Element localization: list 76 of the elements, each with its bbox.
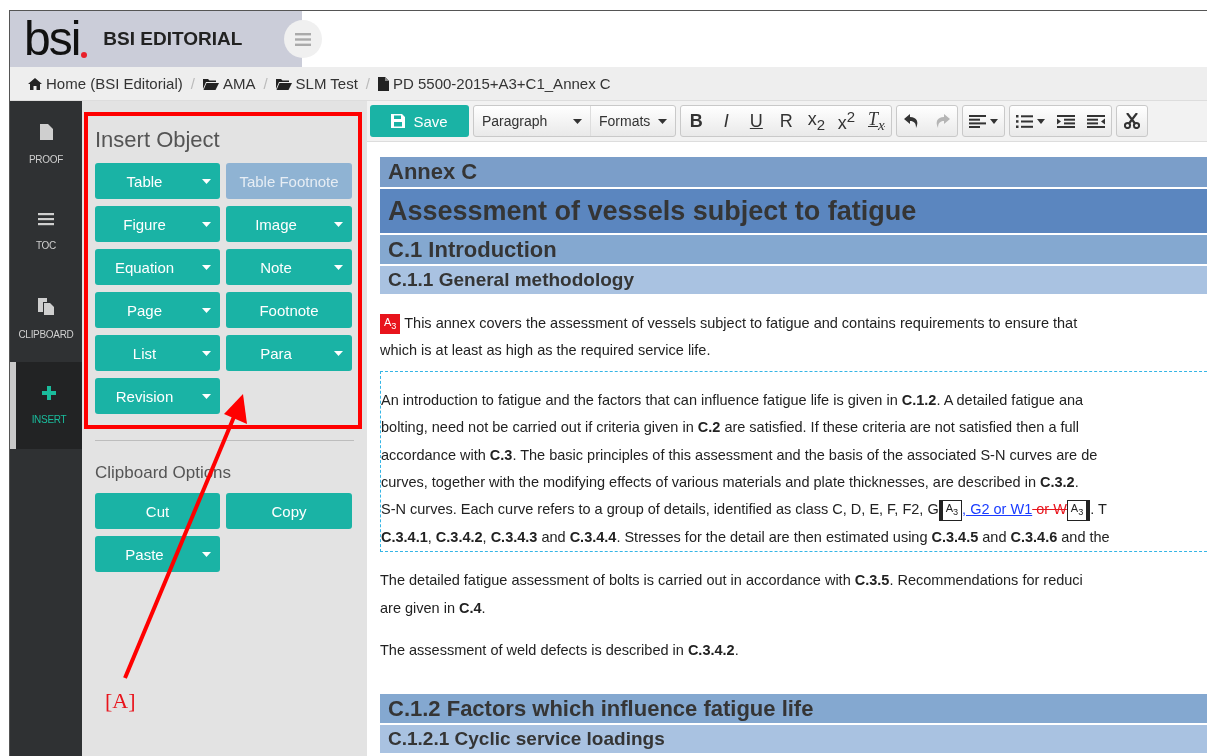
caret-icon bbox=[1037, 118, 1046, 124]
outdent-icon bbox=[1087, 114, 1106, 128]
caret-icon bbox=[202, 351, 211, 356]
text-line: curves, together with the modifying effects of various materials and plate thicknesses, are described in C.3.2. bbox=[381, 473, 1079, 490]
text-line: accordance with C.3. The basic principles of this assessment and the basis of the associated S-N curves are de bbox=[381, 446, 1098, 463]
text-line: are given in C.4. bbox=[380, 599, 486, 616]
text-line: The assessment of weld defects is described in C.3.4.2. bbox=[380, 641, 739, 658]
nav-item[interactable]: CLIPBOARD bbox=[10, 275, 82, 362]
menu-icon bbox=[38, 212, 54, 226]
caret-icon bbox=[202, 308, 211, 313]
align-left-icon bbox=[969, 114, 987, 128]
format-button[interactable]: I bbox=[711, 106, 742, 136]
breadcrumb-separator: / bbox=[365, 75, 370, 92]
caret-icon bbox=[573, 118, 582, 124]
caret-icon bbox=[334, 265, 343, 270]
inserted-text: , G2 or W1 bbox=[962, 501, 1033, 518]
breadcrumb-link[interactable]: AMA bbox=[222, 75, 256, 92]
caret-icon bbox=[202, 394, 211, 399]
text-line: C.3.4.1, C.3.4.2, C.3.4.3 and C.3.4.4. Stresses for the detail are then estimated using C.3.4.5 and C.3.4.6 and the bbox=[381, 528, 1110, 545]
format-button[interactable]: R bbox=[771, 106, 802, 136]
text-line: This annex covers the assessment of vessels subject to fatigue and contains requirements to ensure that bbox=[403, 315, 1078, 331]
breadcrumb-link[interactable]: PD 5500-2015+A3+C1_Annex C bbox=[393, 75, 611, 92]
document-title: Assessment of vessels subject to fatigue bbox=[380, 189, 1207, 233]
section-heading: C.1.2 Factors which influence fatigue life bbox=[380, 694, 1207, 724]
revision-marker[interactable]: A$_{3}$ bbox=[938, 500, 963, 521]
section-heading: C.1 Introduction bbox=[380, 235, 1207, 264]
breadcrumb-separator: / bbox=[190, 75, 195, 92]
scissors-icon bbox=[1124, 113, 1141, 129]
format-button[interactable]: B bbox=[681, 106, 712, 136]
revision-marker[interactable]: A$_{3}$ bbox=[1066, 500, 1091, 521]
text-line: An introduction to fatigue and the factors that can influence fatigue life is given in C.1.2. A detailed fatigue ana bbox=[381, 391, 1084, 408]
breadcrumb-separator: / bbox=[263, 75, 268, 92]
revision-marker[interactable]: A$_{3}$ bbox=[380, 314, 401, 335]
folder-icon bbox=[275, 77, 292, 90]
nav-item[interactable]: TOC bbox=[10, 188, 82, 275]
plus-icon bbox=[42, 386, 56, 400]
caret-icon bbox=[334, 351, 343, 356]
home-icon bbox=[28, 77, 42, 90]
file-icon bbox=[378, 76, 389, 91]
subsection-heading: C.1.1 General methodology bbox=[380, 266, 1207, 294]
logo: bsi bbox=[24, 15, 88, 63]
bullet-list-icon bbox=[1016, 114, 1034, 128]
format-dropdown[interactable]: Formats bbox=[591, 106, 676, 136]
redo-icon bbox=[934, 114, 951, 128]
folder-icon bbox=[202, 77, 219, 90]
format-button[interactable]: x$^{2}$ bbox=[831, 106, 862, 136]
indent-icon bbox=[1057, 114, 1076, 128]
format-button[interactable]: T$_{x}$ bbox=[861, 106, 892, 136]
caret-icon bbox=[202, 222, 211, 227]
caret-icon bbox=[202, 265, 211, 270]
text-line: . T bbox=[1090, 501, 1107, 518]
breadcrumb-link[interactable]: Home (BSI Editorial) bbox=[46, 75, 183, 92]
format-dropdown[interactable]: Paragraph bbox=[474, 106, 591, 136]
nav-item[interactable]: INSERT bbox=[10, 362, 82, 449]
format-button[interactable]: U bbox=[741, 106, 772, 136]
text-line: which is at least as high as the required service life. bbox=[380, 342, 711, 359]
caret-icon bbox=[202, 552, 211, 557]
text-line: The detailed fatigue assessment of bolts is carried out in accordance with C.3.5. Recommendations for reduci bbox=[380, 572, 1083, 589]
menu-icon bbox=[295, 32, 311, 46]
app-title: BSI EDITORIAL bbox=[103, 28, 243, 50]
section-title: Insert Object bbox=[95, 127, 221, 153]
copy-icon bbox=[38, 297, 54, 315]
format-button[interactable]: x$_{2}$ bbox=[801, 106, 832, 136]
text-line: bolting, need not be carried out if criteria given in C.2 are satisfied. If these criteria are not satisfied then a full bbox=[381, 419, 1079, 436]
nav-item[interactable]: PROOF bbox=[10, 101, 82, 188]
caret-icon bbox=[658, 118, 668, 124]
annotation-label: [A] bbox=[105, 688, 136, 714]
text-line: S-N curves. Each curve refers to a group of details, identified as class C, D, E, F, F2, G bbox=[381, 501, 939, 518]
annex-heading: Annex C bbox=[380, 157, 1207, 187]
caret-icon bbox=[334, 222, 343, 227]
caret-icon bbox=[990, 118, 999, 124]
breadcrumb-link[interactable]: SLM Test bbox=[295, 75, 358, 92]
subsection-heading: C.1.2.1 Cyclic service loadings bbox=[380, 725, 1207, 754]
caret-icon bbox=[202, 179, 211, 184]
deleted-text: or W bbox=[1035, 501, 1067, 518]
file-icon bbox=[39, 124, 53, 140]
